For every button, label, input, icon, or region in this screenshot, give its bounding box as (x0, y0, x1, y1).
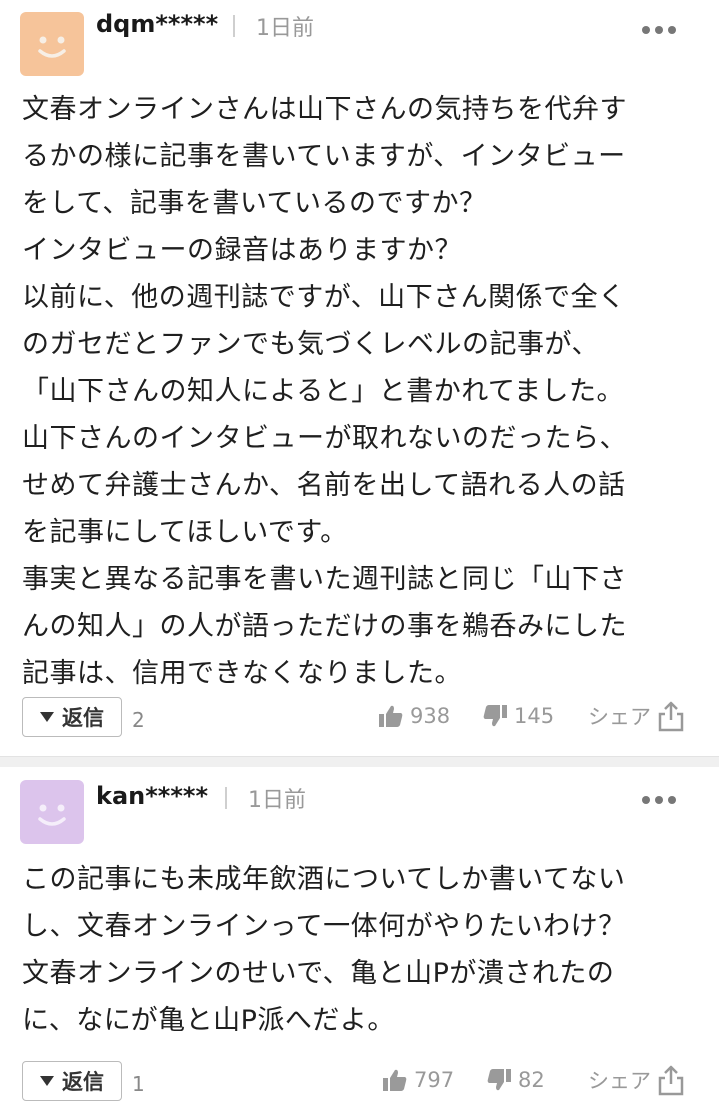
comment-line: せめて弁護士さんか、名前を出して語れる人の話 (22, 470, 626, 501)
comment-body: 文春オンラインさんは山下さんの気持ちを代弁す るかの様に記事を書いていますが、イ… (22, 86, 702, 697)
thumbs-up-icon (383, 1069, 407, 1091)
smiley-face-icon (38, 36, 66, 58)
timestamp: 1日前 (256, 16, 314, 41)
comment-line: 事実と異なる記事を書いた週刊誌と同じ「山下さ (22, 564, 627, 595)
comment-line: 記事は、信用できなくなりました。 (22, 658, 462, 689)
like-count: 938 (410, 704, 451, 728)
comment-line: んの知人」の人が語っただけの事を鵜呑みにした (22, 611, 627, 642)
avatar[interactable] (20, 780, 84, 844)
smiley-face-icon (38, 804, 66, 826)
more-options-icon[interactable] (642, 790, 676, 810)
share-button[interactable]: シェア (588, 700, 685, 732)
username[interactable]: kan***** (96, 782, 208, 810)
thumbs-down-icon (483, 705, 507, 727)
comment-line: 文春オンラインのせいで、亀と山Pが潰されたの (22, 958, 615, 989)
dislike-count: 145 (514, 704, 555, 728)
reply-label: 返信 (62, 706, 104, 730)
comment-card: dqm***** 1日前 文春オンラインさんは山下さんの気持ちを代弁す るかの様… (0, 0, 719, 767)
comment-line: 「山下さんの知人によると」と書かれてました。 (22, 376, 625, 407)
reply-label: 返信 (62, 1070, 104, 1094)
avatar[interactable] (20, 12, 84, 76)
reply-count: 2 (132, 708, 145, 732)
caret-down-icon (40, 712, 54, 722)
like-button[interactable]: 797 (382, 1067, 454, 1093)
reply-count: 1 (132, 1072, 145, 1096)
thumbs-up-icon (379, 705, 403, 727)
comment-line: 山下さんのインタビューが取れないのだったら、 (22, 423, 627, 454)
comment-line: この記事にも未成年飲酒についてしか書いてない (22, 864, 626, 895)
comment-line: し、文春オンラインって一体何がやりたいわけ？ (22, 911, 626, 942)
dislike-count: 82 (518, 1068, 545, 1092)
thumbs-down-icon (487, 1069, 511, 1091)
comment-line: るかの様に記事を書いていますが、インタビュー (22, 141, 626, 172)
share-icon (658, 1065, 684, 1096)
reply-button[interactable]: 返信 (22, 697, 122, 737)
comment-line: のガセだとファンでも気づくレベルの記事が、 (22, 329, 599, 360)
dislike-button[interactable]: 145 (482, 703, 554, 729)
share-label: シェア (588, 1069, 651, 1093)
divider (233, 15, 235, 37)
caret-down-icon (40, 1076, 54, 1086)
share-button[interactable]: シェア (588, 1064, 685, 1096)
more-options-icon[interactable] (642, 20, 676, 40)
username[interactable]: dqm***** (96, 10, 218, 38)
like-count: 797 (414, 1068, 455, 1092)
share-label: シェア (588, 705, 651, 729)
dislike-button[interactable]: 82 (486, 1067, 545, 1093)
comment-card: kan***** 1日前 この記事にも未成年飲酒についてしか書いてない し、文春… (0, 758, 719, 1109)
like-button[interactable]: 938 (378, 703, 450, 729)
comment-line: を記事にしてほしいです。 (22, 517, 348, 548)
comment-body: この記事にも未成年飲酒についてしか書いてない し、文春オンラインって一体何がやり… (22, 856, 702, 1044)
comment-line: 以前に、他の週刊誌ですが、山下さん関係で全く (22, 282, 626, 313)
comment-line: に、なにが亀と山P派へだよ。 (22, 1005, 395, 1036)
comment-line: インタビューの録音はありますか？ (22, 235, 462, 266)
comment-line: 文春オンラインさんは山下さんの気持ちを代弁す (22, 94, 627, 125)
timestamp: 1日前 (248, 788, 306, 813)
comment-line: をして、記事を書いているのですか？ (22, 188, 487, 219)
reply-button[interactable]: 返信 (22, 1061, 122, 1101)
share-icon (658, 701, 684, 732)
divider (225, 787, 227, 809)
